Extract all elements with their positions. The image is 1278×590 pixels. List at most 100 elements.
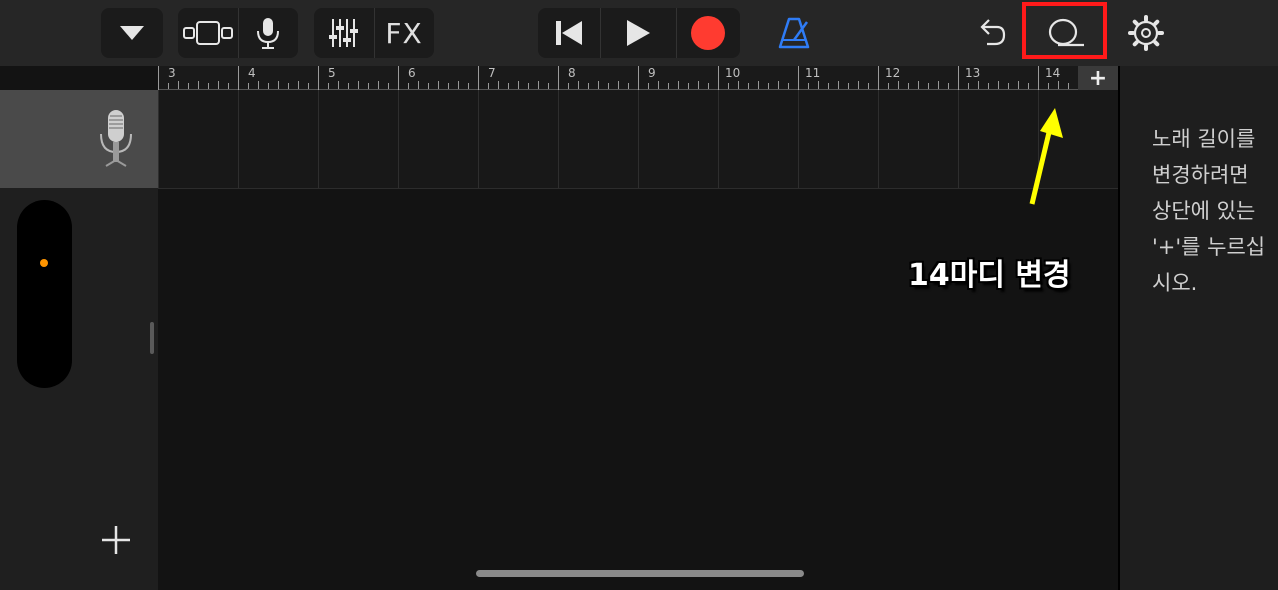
bar-grid-line [558,90,559,188]
ruler-tick [308,83,309,89]
ruler-tick [408,83,409,89]
bar-grid-line [958,90,959,188]
add-bar-button[interactable]: + [1078,66,1118,91]
view-group [178,8,298,58]
ruler-tick [988,83,989,89]
go-to-beginning-button[interactable] [538,8,600,58]
ruler-tick [468,83,469,89]
ruler-bar-line [958,66,959,90]
fx-button[interactable]: FX [374,8,434,58]
resize-handle[interactable] [150,322,154,354]
ruler-tick [338,81,339,89]
ruler-tick [688,83,689,89]
ruler-bar-12: 12 [885,66,901,80]
ruler-tick [748,83,749,89]
track-header-audio-recorder[interactable] [0,90,158,188]
tracks-dropdown-button[interactable] [101,8,163,58]
ruler-tick [458,81,459,89]
bar-grid-line [478,90,479,188]
recording-region-thumb[interactable] [17,200,72,388]
ruler-bar-6: 6 [408,66,416,80]
ruler-tick [1008,83,1009,89]
ruler-bar-line [878,66,879,90]
mixer-sliders-icon [329,19,358,47]
ruler-tick [598,81,599,89]
ruler-tick [658,81,659,89]
ruler-tick [968,83,969,89]
ruler-tick [608,83,609,89]
ruler-tick [648,83,649,89]
ruler-tick [568,83,569,89]
transport-group [538,8,740,58]
ruler-bar-line [798,66,799,90]
notes-panel: 노래 길이를 변경하려면 상단에 있는 '+'를 누르십시오. [1118,66,1278,590]
ruler-bar-8: 8 [568,66,576,80]
bar-ruler[interactable]: 3 4 5 6 7 8 9 10 11 12 13 14 [158,66,1118,90]
ruler-bar-line [398,66,399,90]
ruler-tick [828,83,829,89]
ruler-tick [428,83,429,89]
ruler-bar-3: 3 [168,66,176,80]
ruler-tick [868,83,869,89]
ruler-bar-line [318,66,319,90]
bar-grid-line [718,90,719,188]
add-track-button[interactable] [98,522,134,558]
ruler-bar-5: 5 [328,66,336,80]
bar-grid-line [398,90,399,188]
ruler-tick [388,83,389,89]
ruler-tick [838,81,839,89]
view-toggle-icon [183,21,233,45]
ruler-tick [278,81,279,89]
notes-text: 노래 길이를 변경하려면 상단에 있는 '+'를 누르십시오. [1152,127,1266,295]
track-lane[interactable] [158,90,1118,188]
ruler-bar-14: 14 [1045,66,1061,80]
ruler-tick [248,83,249,89]
ruler-tick [498,81,499,89]
metronome-button[interactable] [770,8,818,58]
ruler-bar-13: 13 [965,66,981,80]
input-settings-button[interactable] [238,8,298,58]
plus-icon [102,526,130,554]
ruler-tick [818,81,819,89]
ruler-tick [378,81,379,89]
ruler-tick [228,83,229,89]
ruler-tick [168,83,169,89]
settings-gear-icon [1128,15,1164,51]
ruler-tick [1018,81,1019,89]
view-toggle-button[interactable] [178,8,238,58]
undo-button[interactable] [966,8,1014,58]
record-icon [691,16,725,50]
mixer-button[interactable] [314,8,374,58]
ruler-bar-11: 11 [805,66,821,80]
home-indicator[interactable] [476,570,804,577]
settings-button[interactable] [1120,8,1172,58]
ruler-tick [888,83,889,89]
ruler-tick [808,83,809,89]
ruler-tick [628,83,629,89]
play-button[interactable] [600,8,676,58]
ruler-bar-line [718,66,719,90]
ruler-tick [998,81,999,89]
skip-back-icon [556,21,582,45]
ruler-bar-7: 7 [488,66,496,80]
bar-grid-line [158,90,159,188]
ruler-tick [588,83,589,89]
ruler-bar-line [558,66,559,90]
ruler-bar-9: 9 [648,66,656,80]
ruler-tick [668,83,669,89]
ruler-tick [418,81,419,89]
annotation-label: 14마디 변경 [908,258,1071,293]
region-dot [40,259,48,267]
ruler-tick [198,81,199,89]
annotation-arrow [1029,108,1063,205]
ruler-tick [1048,83,1049,89]
undo-icon [980,19,1006,46]
ruler-bar-line [238,66,239,90]
ruler-bar-line [478,66,479,90]
bar-grid-line [638,90,639,188]
ruler-tick [788,83,789,89]
bar-grid-line [878,90,879,188]
ruler-tick [908,83,909,89]
ruler-tick [948,83,949,89]
record-button[interactable] [676,8,740,58]
